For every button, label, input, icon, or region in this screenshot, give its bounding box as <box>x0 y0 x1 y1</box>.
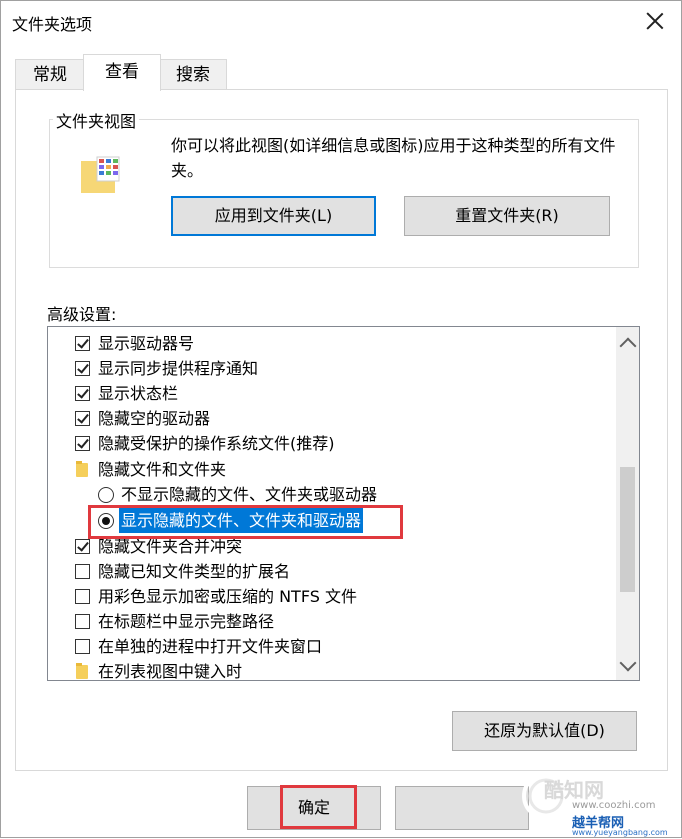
tab-general[interactable]: 常规 <box>15 59 85 90</box>
radio-button[interactable] <box>98 487 114 503</box>
scroll-up-icon[interactable] <box>619 337 637 355</box>
scroll-down-icon[interactable] <box>619 654 637 672</box>
list-item-label: 显示驱动器号 <box>98 334 195 353</box>
list-item-label: 显示同步提供程序通知 <box>98 359 259 378</box>
checkbox[interactable] <box>75 614 90 629</box>
window-title: 文件夹选项 <box>12 15 93 34</box>
list-item-label: 用彩色显示加密或压缩的 NTFS 文件 <box>98 587 357 606</box>
apply-to-folders-button[interactable]: 应用到文件夹(L) <box>171 196 376 236</box>
annotation-highlight-ok <box>280 785 357 829</box>
watermark-domain-2: www.yueyangbang.com <box>572 828 668 837</box>
list-item-label: 在标题栏中显示完整路径 <box>98 612 275 631</box>
scrollbar-thumb[interactable] <box>620 467 635 592</box>
list-item-label: 在列表视图中键入时 <box>98 662 243 681</box>
folder-icon <box>76 663 88 679</box>
watermark: 酷知网 www.coozhi.com 越羊帮网 www.yueyangbang.… <box>520 758 680 839</box>
annotation-highlight <box>88 505 403 539</box>
folder-views-icon <box>81 156 120 193</box>
list-item-label: 隐藏文件和文件夹 <box>98 460 227 479</box>
folder-icon <box>76 461 88 477</box>
folder-views-description: 你可以将此视图(如详细信息或图标)应用于这种类型的所有文件夹。 <box>171 136 616 180</box>
list-item-label: 隐藏已知文件类型的扩展名 <box>98 562 291 581</box>
checkbox[interactable] <box>75 386 90 401</box>
list-item-label: 显示状态栏 <box>98 384 179 403</box>
checkbox[interactable] <box>75 564 90 579</box>
list-item-label: 在单独的进程中打开文件夹窗口 <box>98 637 323 656</box>
folder-views-label: 文件夹视图 <box>53 108 140 132</box>
advanced-settings-label: 高级设置: <box>47 305 117 324</box>
checkbox[interactable] <box>75 411 90 426</box>
advanced-settings-list[interactable]: 显示驱动器号 显示同步提供程序通知 显示状态栏 隐藏空的驱动器 隐藏受保护的操作… <box>47 326 640 681</box>
tab-search[interactable]: 搜索 <box>159 59 227 90</box>
checkbox[interactable] <box>75 361 90 376</box>
reset-folders-button[interactable]: 重置文件夹(R) <box>404 196 610 236</box>
tab-view[interactable]: 查看 <box>83 54 161 91</box>
list-item-label: 隐藏受保护的操作系统文件(推荐) <box>98 434 335 453</box>
vertical-scrollbar[interactable] <box>616 327 639 680</box>
restore-defaults-button[interactable]: 还原为默认值(D) <box>452 711 637 751</box>
title-bar: 文件夹选项 <box>1 1 681 43</box>
checkbox[interactable] <box>75 639 90 654</box>
list-item-label: 不显示隐藏的文件、文件夹或驱动器 <box>121 485 378 504</box>
checkbox[interactable] <box>75 539 90 554</box>
folder-options-dialog: 文件夹选项 常规 查看 搜索 文件夹视图 你可以将此视图(如详细信息或图标)应用… <box>0 0 682 838</box>
checkbox[interactable] <box>75 589 90 604</box>
watermark-domain: www.coozhi.com <box>572 800 656 811</box>
list-item-label: 隐藏空的驱动器 <box>98 409 211 428</box>
checkbox[interactable] <box>75 436 90 451</box>
checkbox[interactable] <box>75 336 90 351</box>
close-icon[interactable] <box>643 9 667 33</box>
watermark-brand: 酷知网 <box>544 778 604 802</box>
cancel-button[interactable] <box>395 786 529 830</box>
